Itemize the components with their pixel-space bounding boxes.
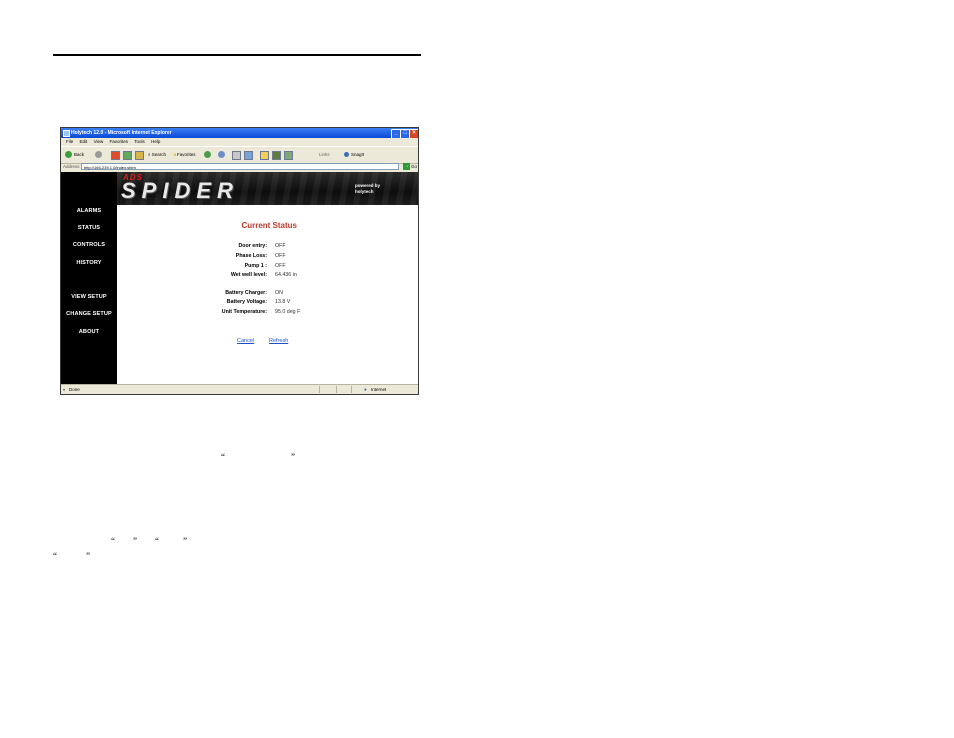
quote-close-mark: ” (291, 452, 295, 462)
page-content: ALARMS STATUS CONTROLS HISTORY VIEW SETU… (61, 172, 418, 384)
print-icon (232, 151, 241, 160)
ie-app-icon (63, 130, 70, 137)
snagit-button[interactable]: SnagIt (344, 151, 364, 159)
status-value-battery-charger: ON (275, 290, 283, 296)
logo-spider: SPIDER (121, 178, 239, 203)
ads-spider-banner: ADS SPIDER powered by holytech (117, 172, 418, 205)
nav-status[interactable]: STATUS (61, 225, 117, 231)
cancel-link[interactable]: Cancel (237, 338, 254, 344)
status-label-battery-voltage: Battery Voltage: (226, 299, 267, 305)
status-value-battery-voltage: 13.8 V (275, 299, 291, 305)
browser-window: Holytech 12.0 - Microsoft Internet Explo… (60, 127, 419, 395)
quote-open-mark: “ (221, 452, 225, 462)
snagit-icon (344, 152, 349, 158)
status-label-phase-loss: Phase Loss: (235, 253, 267, 259)
powered-by: powered by holytech (355, 183, 380, 194)
menu-edit[interactable]: Edit (80, 139, 88, 144)
go-arrow-icon[interactable]: → (403, 163, 410, 170)
refresh-icon (123, 151, 132, 160)
menu-bar: File Edit View Favorites Tools Help (61, 138, 418, 146)
status-divider (351, 386, 352, 393)
links-button[interactable]: Links (319, 151, 330, 159)
quote-open-mark: “ (155, 536, 159, 546)
powered-by-line1: powered by (355, 183, 381, 188)
menu-tools[interactable]: Tools (134, 139, 145, 144)
window-title: Holytech 12.0 - Microsoft Internet Explo… (71, 130, 172, 136)
messenger-button[interactable] (284, 151, 295, 160)
quote-close-mark: ” (133, 536, 137, 546)
page-title: Current Status (241, 221, 297, 230)
search-label: Search (151, 152, 167, 157)
address-input[interactable]: http://166-239.1.0/index.shtm (81, 163, 399, 170)
security-zone: Internet (371, 387, 387, 392)
status-divider (336, 386, 337, 393)
address-label: Address (63, 164, 80, 169)
status-label-battery-charger: Battery Charger: (225, 290, 267, 296)
status-bar: ◐ Done ● Internet (61, 384, 418, 394)
refresh-button[interactable] (123, 151, 134, 160)
history-button[interactable] (204, 151, 213, 159)
discuss-button[interactable] (272, 151, 283, 160)
menu-view[interactable]: View (94, 139, 104, 144)
print-button[interactable] (232, 151, 243, 160)
page-done-icon: ◐ (63, 387, 66, 392)
folder-icon (260, 151, 269, 160)
title-bar: Holytech 12.0 - Microsoft Internet Explo… (61, 128, 418, 139)
stop-button[interactable] (111, 151, 122, 160)
menu-help[interactable]: Help (151, 139, 160, 144)
status-value-phase-loss: OFF (275, 253, 286, 259)
quote-open-mark: “ (53, 551, 57, 561)
status-value-wet-well-level: 64.436 in (275, 272, 297, 278)
status-label-door-entry: Door entry: (238, 243, 267, 249)
mail-icon (218, 151, 225, 159)
status-label-unit-temperature: Unit Temperature: (221, 309, 267, 315)
address-bar: Address http://166-239.1.0/index.shtm → … (61, 162, 418, 172)
nav-about[interactable]: ABOUT (61, 329, 117, 335)
discuss-icon (272, 151, 281, 160)
search-button[interactable]: ⌕ Search (148, 151, 166, 159)
status-value-pump-1: OFF (275, 263, 286, 269)
status-value-unit-temperature: 95.0 deg F (275, 309, 301, 315)
snagit-label: SnagIt (351, 152, 365, 157)
left-nav: ALARMS STATUS CONTROLS HISTORY VIEW SETU… (61, 172, 117, 384)
top-rule (53, 54, 421, 56)
history-icon (204, 151, 211, 159)
home-button[interactable] (135, 151, 146, 160)
forward-arrow-icon (95, 151, 102, 159)
menu-file[interactable]: File (66, 139, 73, 144)
stop-icon (111, 151, 120, 160)
favorites-label: Favorites (177, 152, 196, 157)
status-value-door-entry: OFF (275, 243, 286, 249)
nav-change-setup[interactable]: CHANGE SETUP (61, 311, 117, 317)
status-label-pump-1: Pump 1 : (244, 263, 267, 269)
back-label: Back (74, 152, 85, 157)
search-icon: ⌕ (148, 152, 151, 157)
folder-button[interactable] (260, 151, 271, 160)
edit-icon (244, 151, 253, 160)
nav-alarms[interactable]: ALARMS (61, 208, 117, 214)
home-icon (135, 151, 144, 160)
quote-close-mark: ” (86, 551, 90, 561)
nav-view-setup[interactable]: VIEW SETUP (61, 294, 117, 300)
back-arrow-icon (65, 151, 72, 159)
status-divider (319, 386, 320, 393)
internet-globe-icon: ● (364, 387, 367, 392)
quote-open-mark: “ (111, 536, 115, 546)
back-button[interactable]: Back (65, 151, 84, 159)
status-text: Done (69, 387, 80, 392)
messenger-icon (284, 151, 293, 160)
status-label-wet-well-level: Wet well level: (230, 272, 267, 278)
nav-history[interactable]: HISTORY (61, 260, 117, 266)
quote-close-mark: ” (183, 536, 187, 546)
menu-favorites[interactable]: Favorites (110, 139, 129, 144)
favorites-button[interactable]: ★Favorites (173, 151, 196, 159)
nav-controls[interactable]: CONTROLS (61, 242, 117, 248)
mail-button[interactable] (218, 151, 227, 159)
refresh-link[interactable]: Refresh (269, 338, 288, 344)
forward-button[interactable] (95, 151, 104, 159)
edit-button[interactable] (244, 151, 255, 160)
powered-by-line2: holytech (355, 188, 374, 194)
go-button[interactable]: Go (411, 162, 417, 172)
